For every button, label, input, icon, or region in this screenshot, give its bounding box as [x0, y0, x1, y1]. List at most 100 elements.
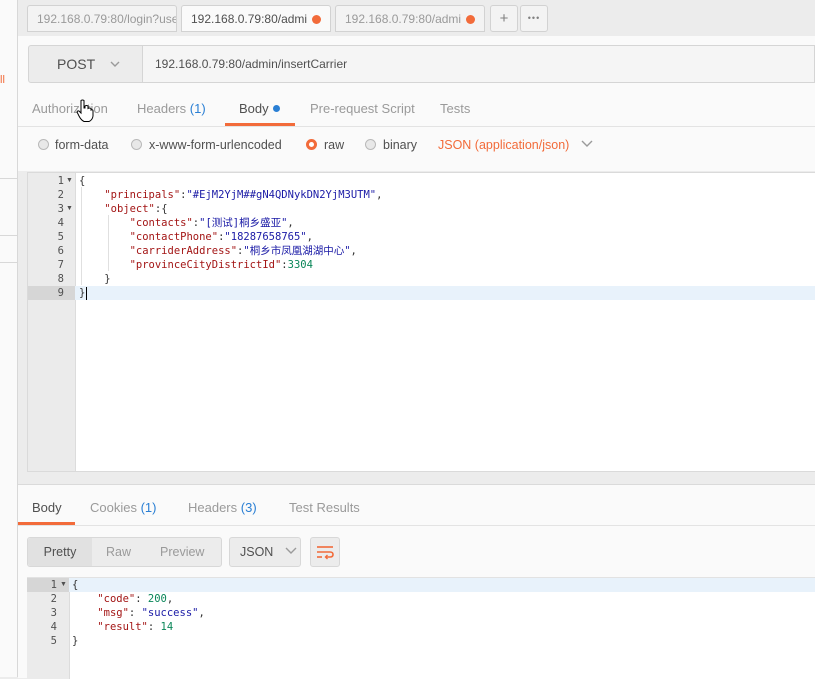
- code-line: "principals":"#EjM2YjM##gN4QDNykDN2YjM3U…: [104, 189, 383, 201]
- tab-label: Headers: [188, 500, 238, 515]
- code-line: "msg": "success",: [97, 607, 205, 619]
- wrap-lines-icon: [317, 546, 334, 560]
- tab-headers[interactable]: Headers (1): [137, 101, 206, 116]
- tab-body[interactable]: Body: [239, 101, 280, 116]
- body-type-row: form-data x-www-form-urlencoded raw bina…: [18, 127, 815, 171]
- brace: }: [104, 273, 111, 285]
- cookies-count: (1): [140, 500, 157, 515]
- chevron-down-icon: [285, 545, 297, 559]
- content-type-label: JSON (application/json): [438, 138, 570, 152]
- url-bar: POST 192.168.0.79:80/admin/insertCarrier: [18, 36, 815, 92]
- request-tab[interactable]: 192.168.0.79:80/login?userr: [27, 5, 177, 32]
- radio-raw[interactable]: [306, 139, 317, 150]
- tab-options-button[interactable]: •••: [520, 5, 548, 32]
- sidebar-divider: [0, 235, 17, 236]
- tab-label: Headers: [137, 101, 187, 116]
- response-tabs: Body Cookies (1) Headers (3) Test Result…: [18, 485, 815, 526]
- line-number: 3: [50, 607, 57, 619]
- unsaved-dot-icon: [312, 15, 321, 24]
- request-body-editor[interactable]: 1 2 3 4 5 6 7 8 9 ▼ ▼ { "principals":"#E…: [27, 172, 815, 472]
- request-tab-active[interactable]: 192.168.0.79:80/admi: [181, 5, 331, 32]
- json-key: "carriderAddress": [129, 245, 238, 257]
- line-number: 2: [50, 593, 57, 605]
- code-line: }: [79, 272, 111, 286]
- json-key: "result": [97, 621, 148, 633]
- tab-label: 192.168.0.79:80/admi: [191, 12, 308, 26]
- active-tab-indicator: [18, 522, 75, 525]
- code-line: }: [72, 634, 78, 648]
- radio-label: raw: [324, 138, 345, 152]
- response-view-toggle: Pretty Raw Preview: [27, 537, 222, 567]
- line-number: 1: [57, 175, 64, 187]
- code-line: {: [72, 578, 78, 592]
- line-number: 7: [57, 259, 64, 271]
- preview-button[interactable]: Preview: [160, 545, 204, 559]
- tab-label: Tests: [440, 101, 471, 116]
- brace: {: [79, 175, 86, 187]
- tab-label: 192.168.0.79:80/admi: [345, 12, 462, 26]
- plus-icon: +: [499, 10, 509, 27]
- url-input[interactable]: 192.168.0.79:80/admin/insertCarrier: [143, 45, 815, 83]
- tab-prerequest-script[interactable]: Pre-request Script: [310, 101, 415, 116]
- radio-urlencoded[interactable]: [131, 139, 142, 150]
- active-line-highlight: [27, 578, 815, 592]
- json-string: "#EjM2YjM##gN4QDNykDN2YjM3UTM": [186, 189, 377, 201]
- line-number: 3: [57, 203, 64, 215]
- code-line: "provinceCityDistrictId":3304: [129, 259, 313, 271]
- fold-arrow-icon[interactable]: ▼: [60, 578, 67, 592]
- raw-button[interactable]: Raw: [106, 545, 131, 559]
- json-key: "principals": [104, 189, 181, 201]
- headers-count: (3): [240, 500, 257, 515]
- text-cursor: [86, 287, 87, 300]
- request-tab[interactable]: 192.168.0.79:80/admi: [335, 5, 485, 32]
- line-number: 4: [57, 217, 64, 229]
- code-line: {: [79, 174, 85, 188]
- radio-form-data[interactable]: [38, 139, 49, 150]
- fold-arrow-icon[interactable]: ▼: [66, 202, 73, 216]
- code-line: }: [79, 286, 85, 300]
- chevron-down-icon: [109, 46, 121, 96]
- request-tab-bar: 192.168.0.79:80/login?userr 192.168.0.79…: [18, 0, 815, 36]
- radio-binary[interactable]: [365, 139, 376, 150]
- line-number: 6: [57, 245, 64, 257]
- response-format-select[interactable]: JSON: [229, 537, 301, 567]
- line-number: 5: [50, 635, 57, 647]
- wrap-lines-button[interactable]: [310, 537, 340, 567]
- headers-count: (1): [189, 101, 206, 116]
- url-text: 192.168.0.79:80/admin/insertCarrier: [155, 57, 348, 71]
- fold-arrow-icon[interactable]: ▼: [66, 174, 73, 188]
- hand-pointer-icon: [76, 99, 94, 128]
- tab-response-body[interactable]: Body: [32, 500, 62, 515]
- code-line: "object":{: [79, 202, 167, 216]
- tab-label: Cookies: [90, 500, 137, 515]
- tab-tests[interactable]: Tests: [440, 101, 470, 116]
- json-key: "object": [104, 203, 155, 215]
- sidebar-divider: [0, 262, 17, 263]
- new-tab-button[interactable]: +: [490, 5, 518, 32]
- tab-test-results[interactable]: Test Results: [289, 500, 360, 515]
- radio-label: x-www-form-urlencoded: [149, 138, 282, 152]
- tab-response-headers[interactable]: Headers (3): [188, 500, 257, 515]
- method-select[interactable]: POST: [28, 45, 143, 83]
- content-type-select[interactable]: JSON (application/json): [438, 138, 593, 152]
- json-key: "code": [97, 593, 136, 605]
- response-body-viewer[interactable]: 1 2 3 4 5 ▼ { "code": 200, "msg": "succe…: [27, 577, 815, 679]
- json-key: "msg": [97, 607, 129, 619]
- format-label: JSON: [240, 545, 274, 559]
- method-label: POST: [57, 56, 96, 72]
- brace: {: [72, 579, 79, 591]
- request-section-tabs: Authorization Headers (1) Body Pre-reque…: [18, 92, 815, 127]
- pretty-button[interactable]: Pretty: [28, 538, 92, 566]
- code-line: "contacts":"[测试]桐乡盛亚",: [129, 217, 294, 229]
- unsaved-dot-icon: [466, 15, 475, 24]
- json-key: "contacts": [129, 217, 193, 229]
- code-line: "contactPhone":"18287658765",: [129, 231, 313, 243]
- line-number: 1: [50, 579, 57, 591]
- tab-authorization[interactable]: Authorization: [32, 101, 108, 116]
- tab-label: Body: [239, 101, 269, 116]
- tab-cookies[interactable]: Cookies (1): [90, 500, 156, 515]
- json-key: "contactPhone": [129, 231, 219, 243]
- active-line-highlight: [28, 286, 815, 300]
- line-number: 5: [57, 231, 64, 243]
- json-string: "桐乡市凤凰湖湖中心": [243, 245, 351, 257]
